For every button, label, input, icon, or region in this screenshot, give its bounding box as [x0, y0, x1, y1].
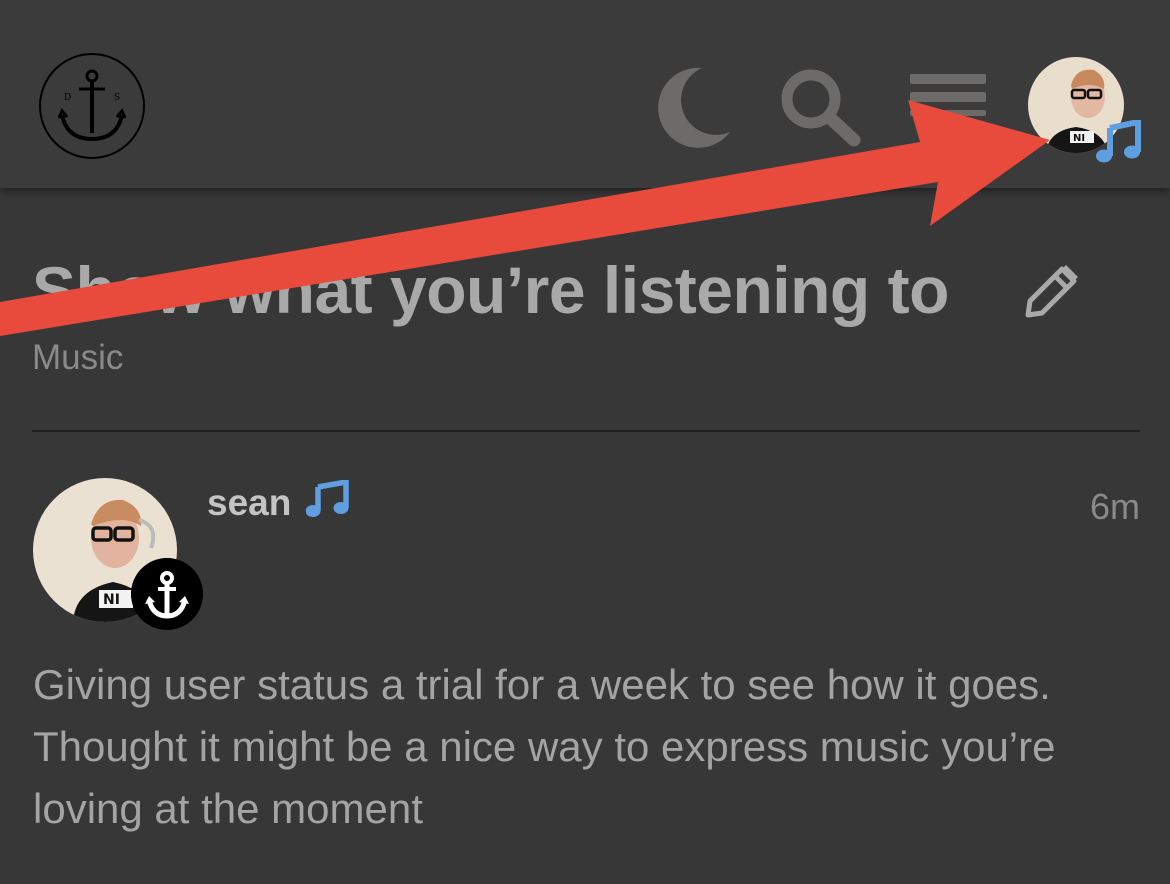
- post-body-line: loving at the moment: [33, 785, 423, 832]
- post-body-line: Giving user status a trial for a week to…: [33, 661, 1051, 708]
- moon-icon[interactable]: [650, 64, 732, 150]
- user-status-music-icon[interactable]: [1096, 120, 1142, 164]
- post-timestamp[interactable]: 6m: [1090, 486, 1140, 528]
- post-body: Giving user status a trial for a week to…: [33, 654, 1143, 840]
- svg-text:NI: NI: [1073, 133, 1085, 144]
- page: D S NI Show what you’re listening to Mus…: [0, 0, 1170, 884]
- anchor-flair-icon: [131, 558, 203, 630]
- svg-text:NI: NI: [103, 592, 120, 608]
- hamburger-menu-icon[interactable]: [910, 74, 986, 116]
- logo-letter-s: S: [114, 93, 120, 103]
- search-icon[interactable]: [778, 66, 862, 148]
- topic-category[interactable]: Music: [32, 338, 123, 378]
- topic-divider: [32, 430, 1140, 432]
- post-username[interactable]: sean: [207, 482, 291, 524]
- post-body-line: Thought it might be a nice way to expres…: [33, 723, 1056, 770]
- post-status-music-icon[interactable]: [306, 480, 350, 518]
- topic-title[interactable]: Show what you’re listening to: [32, 252, 949, 328]
- anchor-logo-icon[interactable]: D S: [37, 51, 147, 161]
- pencil-icon[interactable]: [1022, 263, 1080, 321]
- site-header: D S NI: [0, 0, 1170, 188]
- logo-letter-d: D: [64, 93, 71, 103]
